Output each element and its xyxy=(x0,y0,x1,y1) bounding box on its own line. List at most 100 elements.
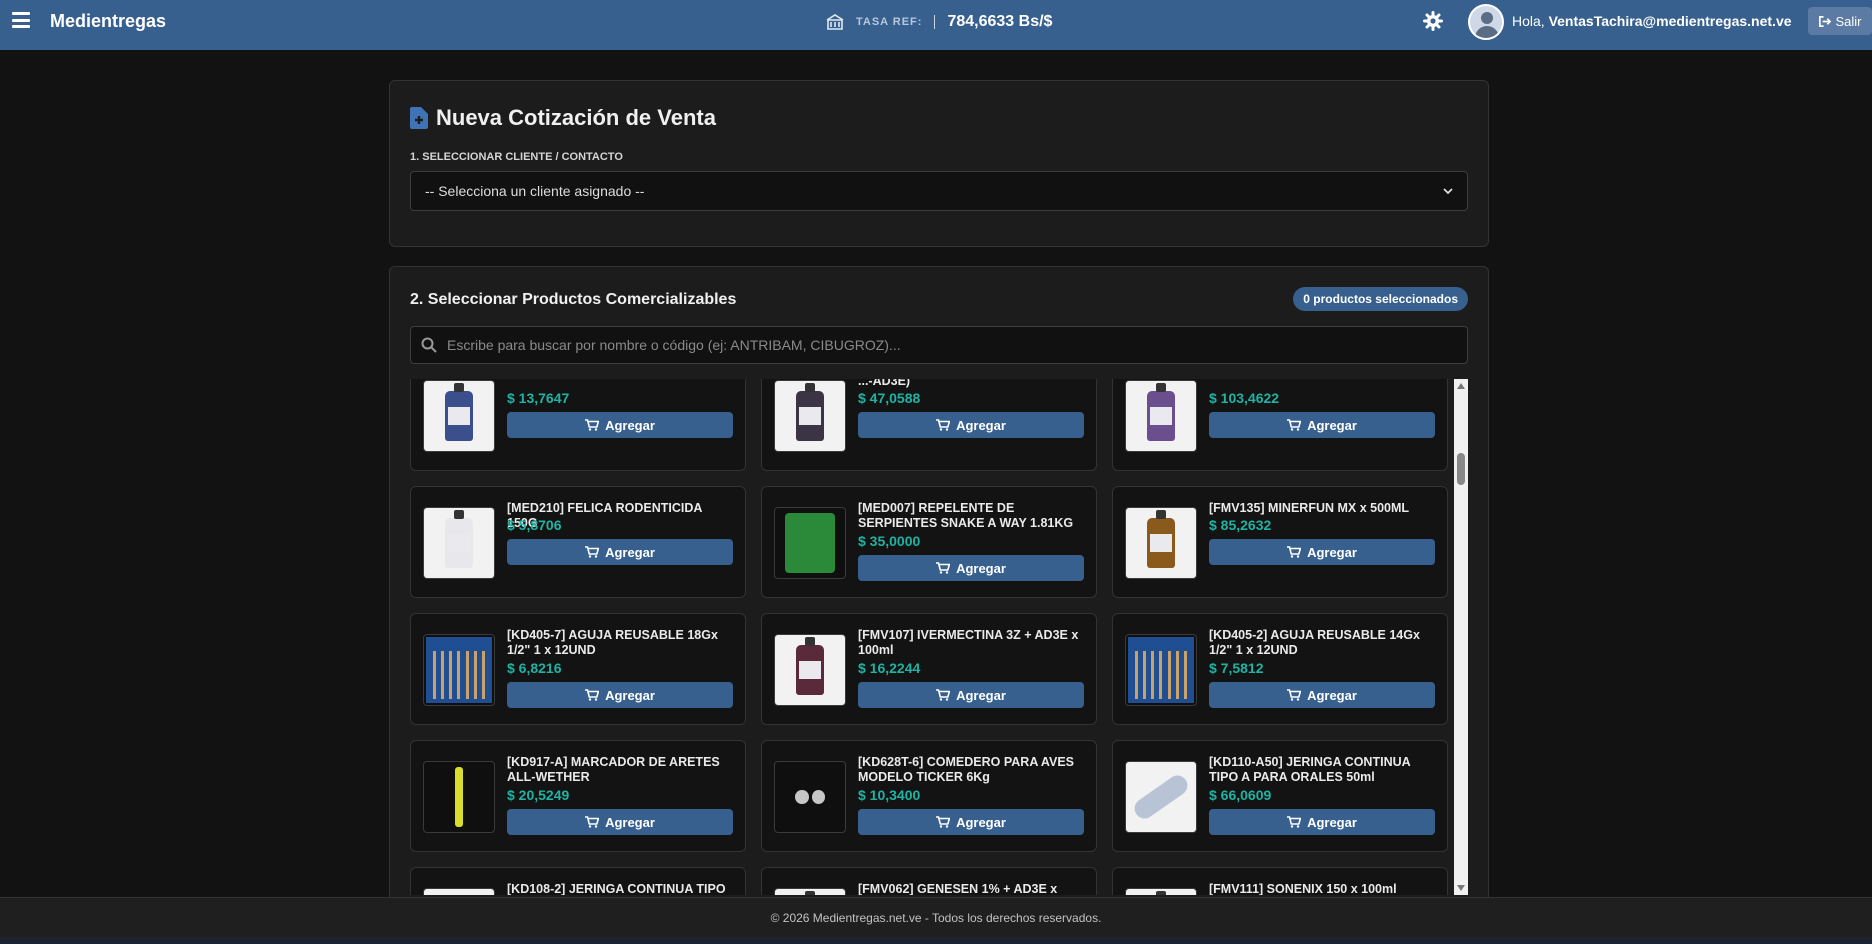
add-to-cart-label: Agregar xyxy=(956,687,1006,703)
product-image xyxy=(774,380,846,452)
top-navbar: Medientregas TASA REF: 784,6633 Bs/$ Hol… xyxy=(0,0,1872,50)
product-name: [KD108-2] JERINGA CONTINUA TIPO G 2ml xyxy=(507,882,726,895)
product-image xyxy=(1125,761,1197,833)
product-card: [MED210] FELICA RODENTICIDA 150G $ 5,8706… xyxy=(410,486,746,598)
scroll-down-arrow[interactable] xyxy=(1457,885,1465,891)
product-image xyxy=(423,888,495,895)
product-image xyxy=(1125,507,1197,579)
greeting-prefix: Hola, xyxy=(1512,13,1545,29)
product-card: [FMV107] IVERMECTINA 3Z + AD3E x 100ml $ … xyxy=(761,613,1097,725)
cart-icon xyxy=(585,689,600,701)
product-name: [KD917-A] MARCADOR DE ARETES ALL-WETHER xyxy=(507,755,720,784)
product-name: [KD405-7] AGUJA REUSABLE 18Gx 1/2" 1 x 1… xyxy=(507,628,718,657)
add-to-cart-label: Agregar xyxy=(605,687,655,703)
sign-out-icon xyxy=(1819,15,1832,27)
cart-icon xyxy=(1287,689,1302,701)
add-to-cart-button[interactable]: Agregar xyxy=(858,412,1084,438)
product-image xyxy=(1125,634,1197,706)
search-input[interactable] xyxy=(447,337,1467,353)
product-image xyxy=(774,634,846,706)
brand-title[interactable]: Medientregas xyxy=(50,11,166,32)
add-to-cart-label: Agregar xyxy=(605,417,655,433)
add-to-cart-button[interactable]: Agregar xyxy=(507,412,733,438)
product-name: [FMV062] GENESEN 1% + AD3E x 500ml xyxy=(858,882,1058,895)
product-card: [KD108-2] JERINGA CONTINUA TIPO G 2mlAgr… xyxy=(410,867,746,895)
product-image xyxy=(423,761,495,833)
product-card: [FMV111] SONENIX 150 x 100mlAgregar xyxy=(1112,867,1448,895)
product-price: $ 103,4622 xyxy=(1209,390,1280,406)
add-to-cart-button[interactable]: Agregar xyxy=(858,555,1084,581)
menu-icon[interactable] xyxy=(12,12,30,28)
add-to-cart-button[interactable]: Agregar xyxy=(507,539,733,565)
cart-icon xyxy=(1287,816,1302,828)
taskbar-strip xyxy=(0,937,1872,944)
add-to-cart-button[interactable]: Agregar xyxy=(1209,682,1435,708)
selected-count-badge: 0 productos seleccionados xyxy=(1293,287,1468,311)
product-search[interactable] xyxy=(410,326,1468,364)
client-card: Nueva Cotización de Venta 1. SELECCIONAR… xyxy=(389,80,1489,247)
add-to-cart-button[interactable]: Agregar xyxy=(1209,539,1435,565)
logout-label: Salir xyxy=(1835,13,1862,29)
products-card: 2. Seleccionar Productos Comercializable… xyxy=(389,266,1489,906)
page-title-text: Nueva Cotización de Venta xyxy=(436,105,716,130)
pills-icon xyxy=(774,761,846,833)
product-price: $ 20,5249 xyxy=(507,787,570,803)
logout-button[interactable]: Salir xyxy=(1808,7,1872,35)
product-image xyxy=(423,380,495,452)
add-to-cart-label: Agregar xyxy=(605,544,655,560)
cart-icon xyxy=(585,419,600,431)
add-to-cart-button[interactable]: Agregar xyxy=(507,682,733,708)
add-to-cart-label: Agregar xyxy=(1307,814,1357,830)
bank-icon xyxy=(826,14,844,30)
add-to-cart-label: Agregar xyxy=(956,417,1006,433)
footer-text: © 2026 Medientregas.net.ve - Todos los d… xyxy=(770,910,1102,925)
product-card: $ 13,7647 Agregar xyxy=(410,379,746,471)
add-to-cart-button[interactable]: Agregar xyxy=(858,809,1084,835)
add-to-cart-button[interactable]: Agregar xyxy=(858,682,1084,708)
avatar[interactable] xyxy=(1468,4,1504,40)
product-price: $ 6,8216 xyxy=(507,660,562,676)
cart-icon xyxy=(1287,419,1302,431)
add-to-cart-button[interactable]: Agregar xyxy=(507,809,733,835)
product-grid: $ 13,7647 Agregar ...-AD3E) $ 47,0588 Agrega… xyxy=(410,379,1450,895)
product-price: $ 16,2244 xyxy=(858,660,921,676)
file-plus-icon xyxy=(410,107,428,129)
cart-icon xyxy=(1287,546,1302,558)
chevron-down-icon xyxy=(1443,188,1453,195)
add-to-cart-button[interactable]: Agregar xyxy=(1209,412,1435,438)
product-image xyxy=(1125,380,1197,452)
exchange-rate-label: TASA REF: xyxy=(856,16,923,28)
page-title: Nueva Cotización de Venta xyxy=(410,105,716,131)
client-select[interactable]: -- Selecciona un cliente asignado -- xyxy=(410,171,1468,211)
product-price: $ 5,8706 xyxy=(507,517,562,533)
product-image xyxy=(423,634,495,706)
gear-icon[interactable] xyxy=(1423,11,1443,31)
product-name: ...-AD3E) xyxy=(858,379,911,388)
product-card: $ 103,4622 Agregar xyxy=(1112,379,1448,471)
product-card: ...-AD3E) $ 47,0588 Agregar xyxy=(761,379,1097,471)
product-price: $ 35,0000 xyxy=(858,533,921,549)
add-to-cart-label: Agregar xyxy=(956,814,1006,830)
product-image xyxy=(774,507,846,579)
user-greeting: Hola, VentasTachira@medientregas.net.ve xyxy=(1512,13,1792,29)
scroll-thumb[interactable] xyxy=(1457,453,1465,485)
product-name: [KD628T-6] COMEDERO PARA AVES MODELO TIC… xyxy=(858,755,1075,784)
cart-icon xyxy=(936,562,951,574)
product-list[interactable]: $ 13,7647 Agregar ...-AD3E) $ 47,0588 Agrega… xyxy=(410,379,1468,895)
exchange-rate-value: 784,6633 Bs/$ xyxy=(947,13,1053,30)
product-name: [FMV111] SONENIX 150 x 100ml xyxy=(1209,882,1397,895)
scrollbar[interactable] xyxy=(1454,379,1468,895)
product-price: $ 7,5812 xyxy=(1209,660,1264,676)
product-card: [KD405-2] AGUJA REUSABLE 14Gx 1/2" 1 x 1… xyxy=(1112,613,1448,725)
add-to-cart-button[interactable]: Agregar xyxy=(1209,809,1435,835)
add-to-cart-label: Agregar xyxy=(956,560,1006,576)
footer: © 2026 Medientregas.net.ve - Todos los d… xyxy=(0,897,1872,937)
add-to-cart-label: Agregar xyxy=(1307,544,1357,560)
product-card: [KD110-A50] JERINGA CONTINUA TIPO A PARA… xyxy=(1112,740,1448,852)
cart-icon xyxy=(936,689,951,701)
product-name: [FMV135] MINERFUN MX x 500ML xyxy=(1209,501,1410,515)
product-price: $ 13,7647 xyxy=(507,390,570,406)
client-select-value: -- Selecciona un cliente asignado -- xyxy=(425,183,645,199)
exchange-rate: TASA REF: 784,6633 Bs/$ xyxy=(826,12,1052,32)
scroll-up-arrow[interactable] xyxy=(1457,383,1465,389)
